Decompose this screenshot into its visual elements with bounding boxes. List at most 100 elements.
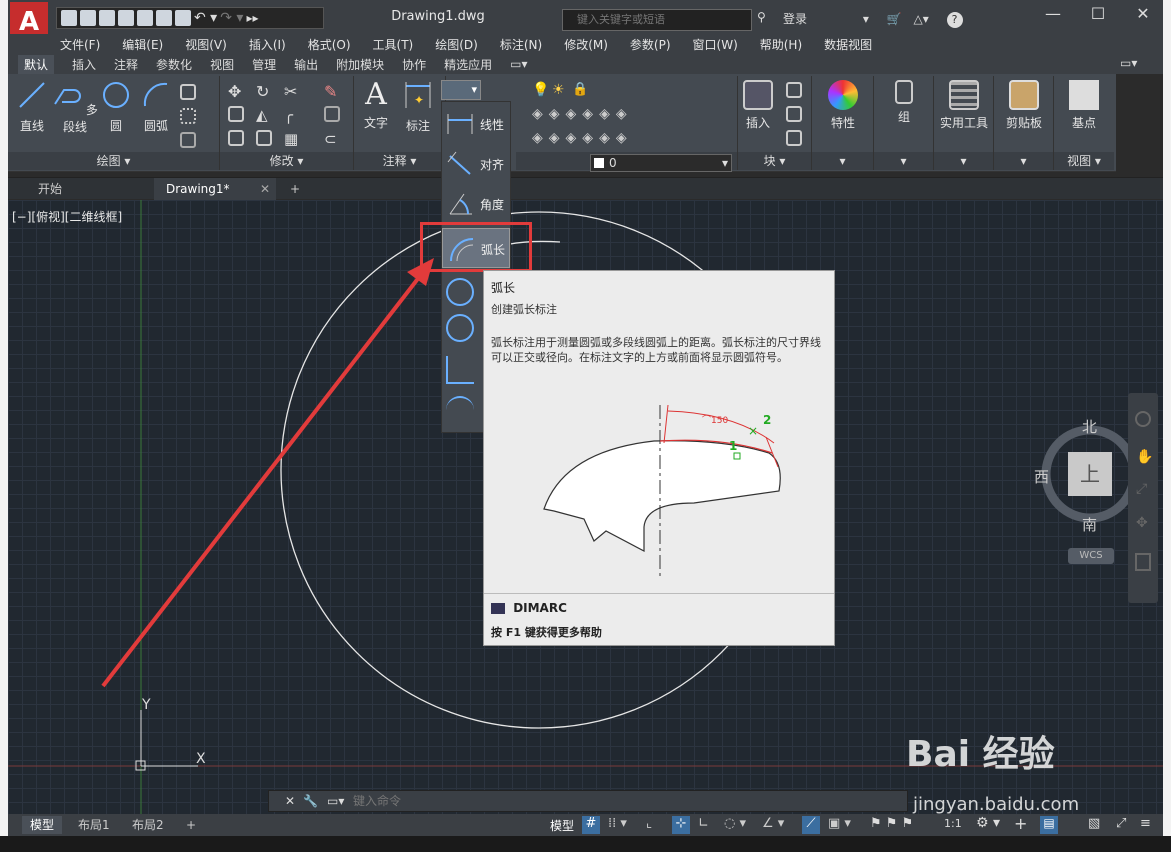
group-button[interactable]: 组 xyxy=(884,80,924,125)
dimension-dropdown-toggle[interactable]: ▾ xyxy=(441,80,481,100)
view-panel-title[interactable]: 视图 ▾ xyxy=(1054,152,1114,170)
groups-expand[interactable]: ▾ xyxy=(874,152,933,170)
new-tab-button[interactable]: + xyxy=(284,178,306,200)
login-area[interactable]: ⚲ 登录 ▾ 🛒 △▾ ? xyxy=(757,10,963,28)
minimize-button[interactable]: — xyxy=(1038,4,1068,26)
close-button[interactable]: ✕ xyxy=(1128,4,1158,26)
new-file-icon[interactable] xyxy=(61,10,77,26)
close-tab-icon[interactable]: ✕ xyxy=(260,178,270,200)
stretch-icon[interactable] xyxy=(228,130,244,146)
copy-icon[interactable] xyxy=(228,106,244,122)
ordinate-dim-icon[interactable] xyxy=(446,356,474,384)
rectangle-icon[interactable] xyxy=(180,84,196,100)
insert-block-button[interactable]: 插入 xyxy=(738,80,778,131)
menu-dataview[interactable]: 数据视图 xyxy=(824,36,872,53)
layer-tools-row-2[interactable]: ◈◈◈◈◈◈ xyxy=(532,130,633,146)
compass-north[interactable]: 北 xyxy=(1082,416,1097,437)
command-prompt-icon[interactable]: ▭▾ xyxy=(327,794,344,808)
save-icon[interactable] xyxy=(99,10,115,26)
plot-icon[interactable] xyxy=(175,10,191,26)
compass-west[interactable]: 西 xyxy=(1034,466,1049,487)
login-label[interactable]: 登录 xyxy=(783,12,807,26)
radius-dim-icon[interactable] xyxy=(446,278,474,306)
tab-annotate[interactable]: 注释 xyxy=(114,56,138,73)
layer-sun-icon[interactable]: ☀ xyxy=(552,82,568,98)
dropdown-icon[interactable]: ▾ xyxy=(863,12,869,26)
scale-icon[interactable] xyxy=(256,130,272,146)
command-input[interactable] xyxy=(353,793,893,809)
create-block-icon[interactable] xyxy=(786,82,802,98)
annotation-scale[interactable]: 1:1 xyxy=(944,817,962,830)
save-as-icon[interactable] xyxy=(118,10,134,26)
lineweight-icon[interactable]: ⟋ xyxy=(802,816,820,834)
boundary-icon[interactable] xyxy=(180,132,196,148)
maximize-button[interactable]: ☐ xyxy=(1083,4,1113,26)
save-web-icon[interactable] xyxy=(156,10,172,26)
redo-icon[interactable]: ↷ ▾ xyxy=(220,10,243,26)
compass-south[interactable]: 南 xyxy=(1082,514,1097,535)
menu-help[interactable]: 帮助(H) xyxy=(760,36,802,53)
help-icon[interactable]: ? xyxy=(946,12,963,28)
properties-button[interactable]: 特性 xyxy=(820,80,866,131)
menu-file[interactable]: 文件(F) xyxy=(60,36,100,53)
diameter-dim-icon[interactable] xyxy=(446,314,474,342)
grid-icon[interactable]: # xyxy=(582,816,600,834)
zoom-icon[interactable]: ⤢ xyxy=(1136,481,1147,497)
tab-featured-apps[interactable]: 精选应用 xyxy=(444,56,492,73)
layout-tab-1[interactable]: 布局1 xyxy=(70,816,118,834)
ribbon-minimize-icon[interactable]: ▭▾ xyxy=(1120,56,1137,70)
block-panel-title[interactable]: 块 ▾ xyxy=(738,152,811,170)
menu-parametric[interactable]: 参数(P) xyxy=(630,36,671,53)
menu-modify[interactable]: 修改(M) xyxy=(564,36,608,53)
menu-draw[interactable]: 绘图(D) xyxy=(435,36,478,53)
menu-format[interactable]: 格式(O) xyxy=(308,36,351,53)
layer-dropdown[interactable]: 0 ▾ xyxy=(590,154,732,172)
draw-panel-title[interactable]: 绘图 ▾ xyxy=(8,152,219,170)
selection-cycling-icon[interactable]: ▣ ▾ xyxy=(828,816,851,831)
explode-icon[interactable] xyxy=(324,106,340,122)
polyline-button[interactable]: 多段线 xyxy=(52,80,98,135)
showmotion-icon[interactable] xyxy=(1135,553,1151,571)
tab-collaborate[interactable]: 协作 xyxy=(402,56,426,73)
pan-icon[interactable]: ✋ xyxy=(1136,449,1153,465)
dimension-button[interactable]: ✦ 标注 xyxy=(398,80,438,134)
jogged-dim-icon[interactable] xyxy=(446,396,474,424)
dim-linear-item[interactable]: 线性 xyxy=(442,104,510,144)
modify-panel-title[interactable]: 修改 ▾ xyxy=(220,152,353,170)
isolate-icon[interactable]: ▤ xyxy=(1040,816,1058,834)
model-space-button[interactable]: 模型 xyxy=(550,817,574,834)
hatch-icon[interactable] xyxy=(180,108,196,124)
tab-view[interactable]: 视图 xyxy=(210,56,234,73)
utilities-expand[interactable]: ▾ xyxy=(934,152,993,170)
wcs-dropdown[interactable]: WCS xyxy=(1068,548,1114,564)
binoculars-icon[interactable]: ⚲ xyxy=(757,10,766,24)
clipboard-button[interactable]: 剪贴板 xyxy=(998,80,1050,131)
layout-tab-model[interactable]: 模型 xyxy=(22,816,63,834)
utilities-button[interactable]: 实用工具 xyxy=(936,80,992,131)
close-command-icon[interactable]: ✕ xyxy=(285,794,295,808)
menu-edit[interactable]: 编辑(E) xyxy=(122,36,163,53)
tab-insert[interactable]: 插入 xyxy=(72,56,96,73)
cart-icon[interactable]: 🛒 xyxy=(887,12,902,26)
array-icon[interactable]: ▦ xyxy=(284,130,300,148)
menu-tools[interactable]: 工具(T) xyxy=(373,36,414,53)
tab-default[interactable]: 默认 xyxy=(18,54,55,74)
layout-tab-2[interactable]: 布局2 xyxy=(124,816,172,834)
search-input[interactable] xyxy=(562,9,752,31)
tab-start[interactable]: 开始 xyxy=(26,178,146,200)
osnap-icon[interactable]: ◌ ▾ xyxy=(724,816,746,831)
viewcube-top-face[interactable]: 上 xyxy=(1068,452,1112,496)
tab-manage[interactable]: 管理 xyxy=(252,56,276,73)
edit-block-icon[interactable] xyxy=(786,106,802,122)
annotation-panel-title[interactable]: 注释 ▾ xyxy=(354,152,445,170)
open-web-icon[interactable] xyxy=(137,10,153,26)
tab-addins[interactable]: 附加模块 xyxy=(336,56,384,73)
layer-tools-row[interactable]: ◈◈◈◈◈◈ xyxy=(532,106,633,122)
orbit-icon[interactable]: ✥ xyxy=(1136,515,1148,531)
basepoint-button[interactable]: 基点 xyxy=(1064,80,1104,131)
menu-dimension[interactable]: 标注(N) xyxy=(500,36,542,53)
move-icon[interactable]: ✥ xyxy=(228,82,244,101)
isodraft-icon[interactable]: ∟ xyxy=(698,816,709,831)
trim-icon[interactable]: ✂ xyxy=(284,82,300,101)
menu-view[interactable]: 视图(V) xyxy=(185,36,227,53)
